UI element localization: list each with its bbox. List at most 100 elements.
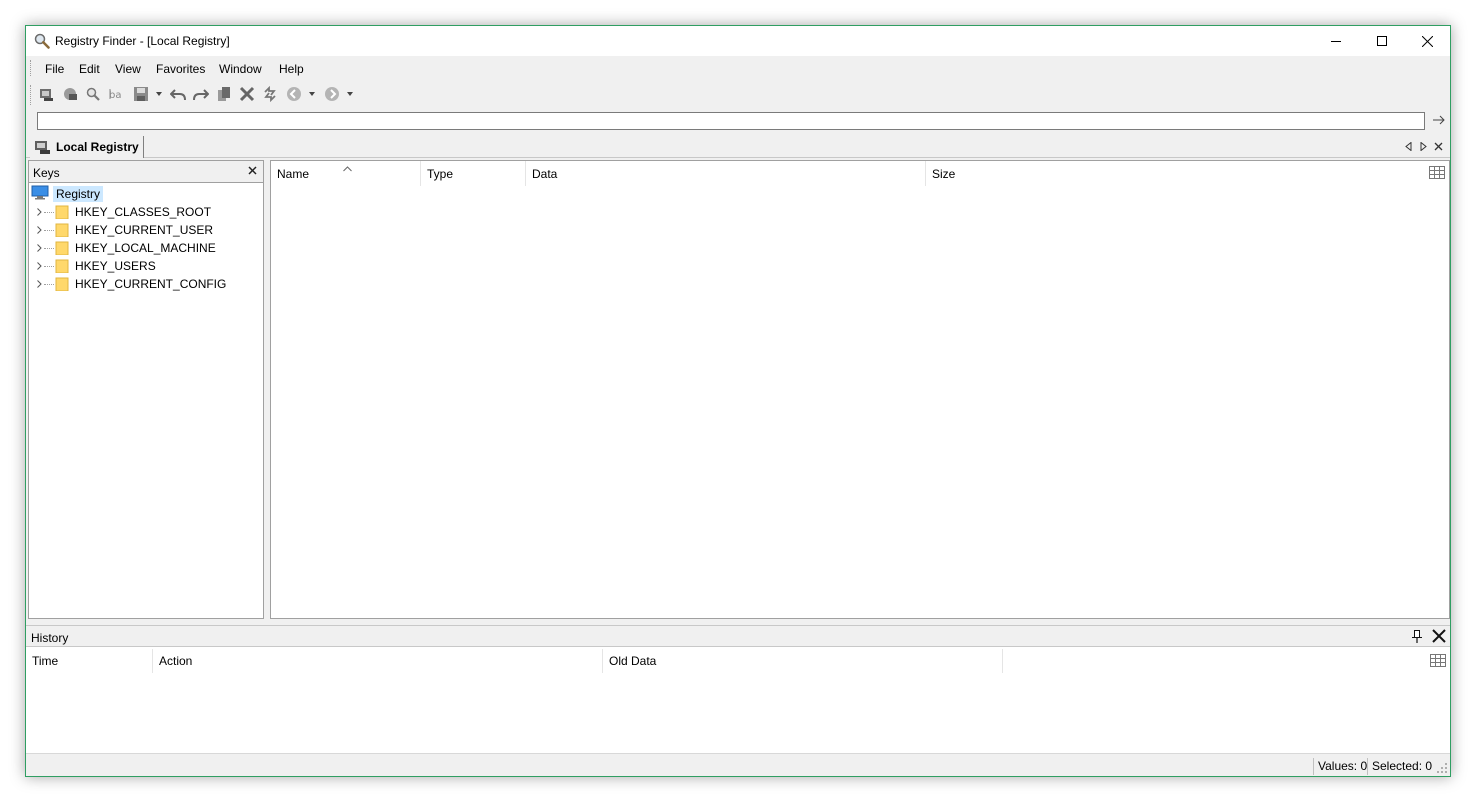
folder-icon	[55, 259, 69, 274]
tree-root-registry[interactable]: Registry	[31, 185, 104, 203]
replace-icon: ba	[108, 86, 124, 105]
folder-icon	[55, 241, 69, 256]
tree-item-label: HKEY_CLASSES_ROOT	[75, 205, 212, 219]
go-button[interactable]	[1430, 112, 1448, 130]
title-bar[interactable]: Registry Finder - [Local Registry]	[26, 26, 1450, 56]
tree-root-label: Registry	[53, 186, 104, 202]
chevron-right-icon[interactable]	[35, 261, 43, 271]
chevron-right-icon[interactable]	[35, 279, 43, 289]
triangle-left-icon	[1404, 140, 1412, 154]
svg-text:ba: ba	[109, 90, 121, 101]
history-column-time[interactable]: Time	[26, 649, 153, 673]
keys-panel-header: Keys	[29, 161, 263, 183]
tree-item-label: HKEY_LOCAL_MACHINE	[75, 241, 216, 255]
chevron-right-icon[interactable]	[35, 243, 43, 253]
address-input[interactable]	[37, 112, 1425, 130]
undo-button[interactable]	[169, 86, 187, 104]
toolbar-grip[interactable]	[30, 85, 33, 105]
column-chooser-icon[interactable]	[1429, 166, 1445, 179]
keys-panel-title: Keys	[33, 166, 60, 180]
column-header-size[interactable]: Size	[926, 161, 1066, 186]
replace-button[interactable]: ba	[107, 86, 125, 104]
history-column-action[interactable]: Action	[153, 649, 603, 673]
local-registry-button[interactable]	[38, 86, 56, 104]
toolbar: ba	[26, 81, 1450, 109]
resize-grip-icon[interactable]	[1436, 762, 1448, 774]
maximize-button[interactable]	[1359, 26, 1405, 56]
close-icon	[1421, 35, 1433, 47]
tree-item-hkey-current-config[interactable]: HKEY_CURRENT_CONFIG	[35, 275, 226, 293]
find-button[interactable]	[84, 86, 102, 104]
refresh-button[interactable]	[261, 85, 279, 105]
save-dropdown-arrow[interactable]	[156, 92, 162, 96]
menu-window[interactable]: Window	[219, 62, 262, 76]
folder-icon	[55, 277, 69, 292]
tab-scroll-left-button[interactable]	[1402, 140, 1414, 154]
delete-icon	[239, 86, 255, 105]
history-close-icon[interactable]	[1432, 629, 1446, 646]
local-registry-icon	[39, 86, 55, 105]
close-window-button[interactable]	[1404, 26, 1450, 56]
chevron-right-icon[interactable]	[35, 225, 43, 235]
back-dropdown-arrow[interactable]	[309, 92, 315, 96]
menu-favorites[interactable]: Favorites	[156, 62, 205, 76]
remote-registry-button[interactable]	[61, 86, 79, 104]
tree-item-hkey-users[interactable]: HKEY_USERS	[35, 257, 156, 275]
forward-button[interactable]	[323, 86, 341, 104]
tree-item-hkey-classes-root[interactable]: HKEY_CLASSES_ROOT	[35, 203, 211, 221]
column-header-name[interactable]: Name	[271, 161, 421, 186]
tab-label: Local Registry	[56, 140, 139, 154]
menu-view[interactable]: View	[115, 62, 141, 76]
pin-icon[interactable]	[1412, 630, 1422, 646]
tree-item-hkey-local-machine[interactable]: HKEY_LOCAL_MACHINE	[35, 239, 216, 257]
magnifier-icon	[34, 33, 50, 49]
column-chooser-icon[interactable]	[1430, 654, 1446, 670]
history-panel-title: History	[31, 631, 69, 645]
close-icon	[247, 164, 257, 178]
menu-file[interactable]: File	[45, 62, 64, 76]
refresh-icon	[262, 85, 278, 105]
column-header-data[interactable]: Data	[526, 161, 926, 186]
menu-edit[interactable]: Edit	[79, 62, 100, 76]
copy-icon	[216, 86, 232, 105]
tab-local-registry[interactable]: Local Registry	[30, 136, 144, 158]
minimize-icon	[1331, 36, 1341, 46]
values-list[interactable]: Name Type Data Size	[270, 160, 1450, 619]
back-button[interactable]	[285, 86, 303, 104]
folder-icon	[55, 223, 69, 238]
computer-icon	[31, 185, 49, 203]
menu-help[interactable]: Help	[279, 62, 304, 76]
forward-dropdown-arrow[interactable]	[347, 92, 353, 96]
chevron-right-icon[interactable]	[35, 207, 43, 217]
save-icon	[133, 86, 149, 105]
folder-icon	[55, 205, 69, 220]
find-icon	[85, 86, 101, 105]
status-selected-count: Selected: 0	[1367, 758, 1436, 775]
keys-panel: Keys Registry HKEY_CLASSES_ROOT HKEY_CUR…	[28, 160, 264, 619]
triangle-right-icon	[1420, 140, 1427, 154]
keys-panel-close-button[interactable]	[245, 164, 259, 178]
history-panel-header: History	[26, 625, 1450, 647]
copy-button[interactable]	[215, 86, 233, 104]
back-icon	[286, 86, 302, 105]
address-bar	[26, 110, 1450, 132]
tree-item-hkey-current-user[interactable]: HKEY_CURRENT_USER	[35, 221, 213, 239]
column-header-type[interactable]: Type	[421, 161, 526, 186]
redo-button[interactable]	[192, 86, 210, 104]
tree-item-label: HKEY_CURRENT_USER	[75, 223, 214, 237]
window-title: Registry Finder - [Local Registry]	[55, 34, 230, 48]
forward-icon	[324, 86, 340, 105]
save-button[interactable]	[132, 86, 150, 104]
tab-scroll-right-button[interactable]	[1417, 140, 1429, 154]
menu-bar: File Edit View Favorites Window Help	[26, 56, 1450, 80]
menu-grip[interactable]	[30, 60, 33, 76]
tab-close-button[interactable]	[1432, 140, 1444, 154]
minimize-button[interactable]	[1313, 26, 1359, 56]
delete-button[interactable]	[238, 86, 256, 104]
status-values-count: Values: 0	[1313, 758, 1371, 775]
tree-item-label: HKEY_USERS	[75, 259, 156, 273]
computer-registry-icon	[34, 139, 52, 158]
arrow-right-icon	[1433, 114, 1445, 128]
remote-registry-icon	[62, 86, 78, 105]
history-column-old-data[interactable]: Old Data	[603, 649, 1003, 673]
